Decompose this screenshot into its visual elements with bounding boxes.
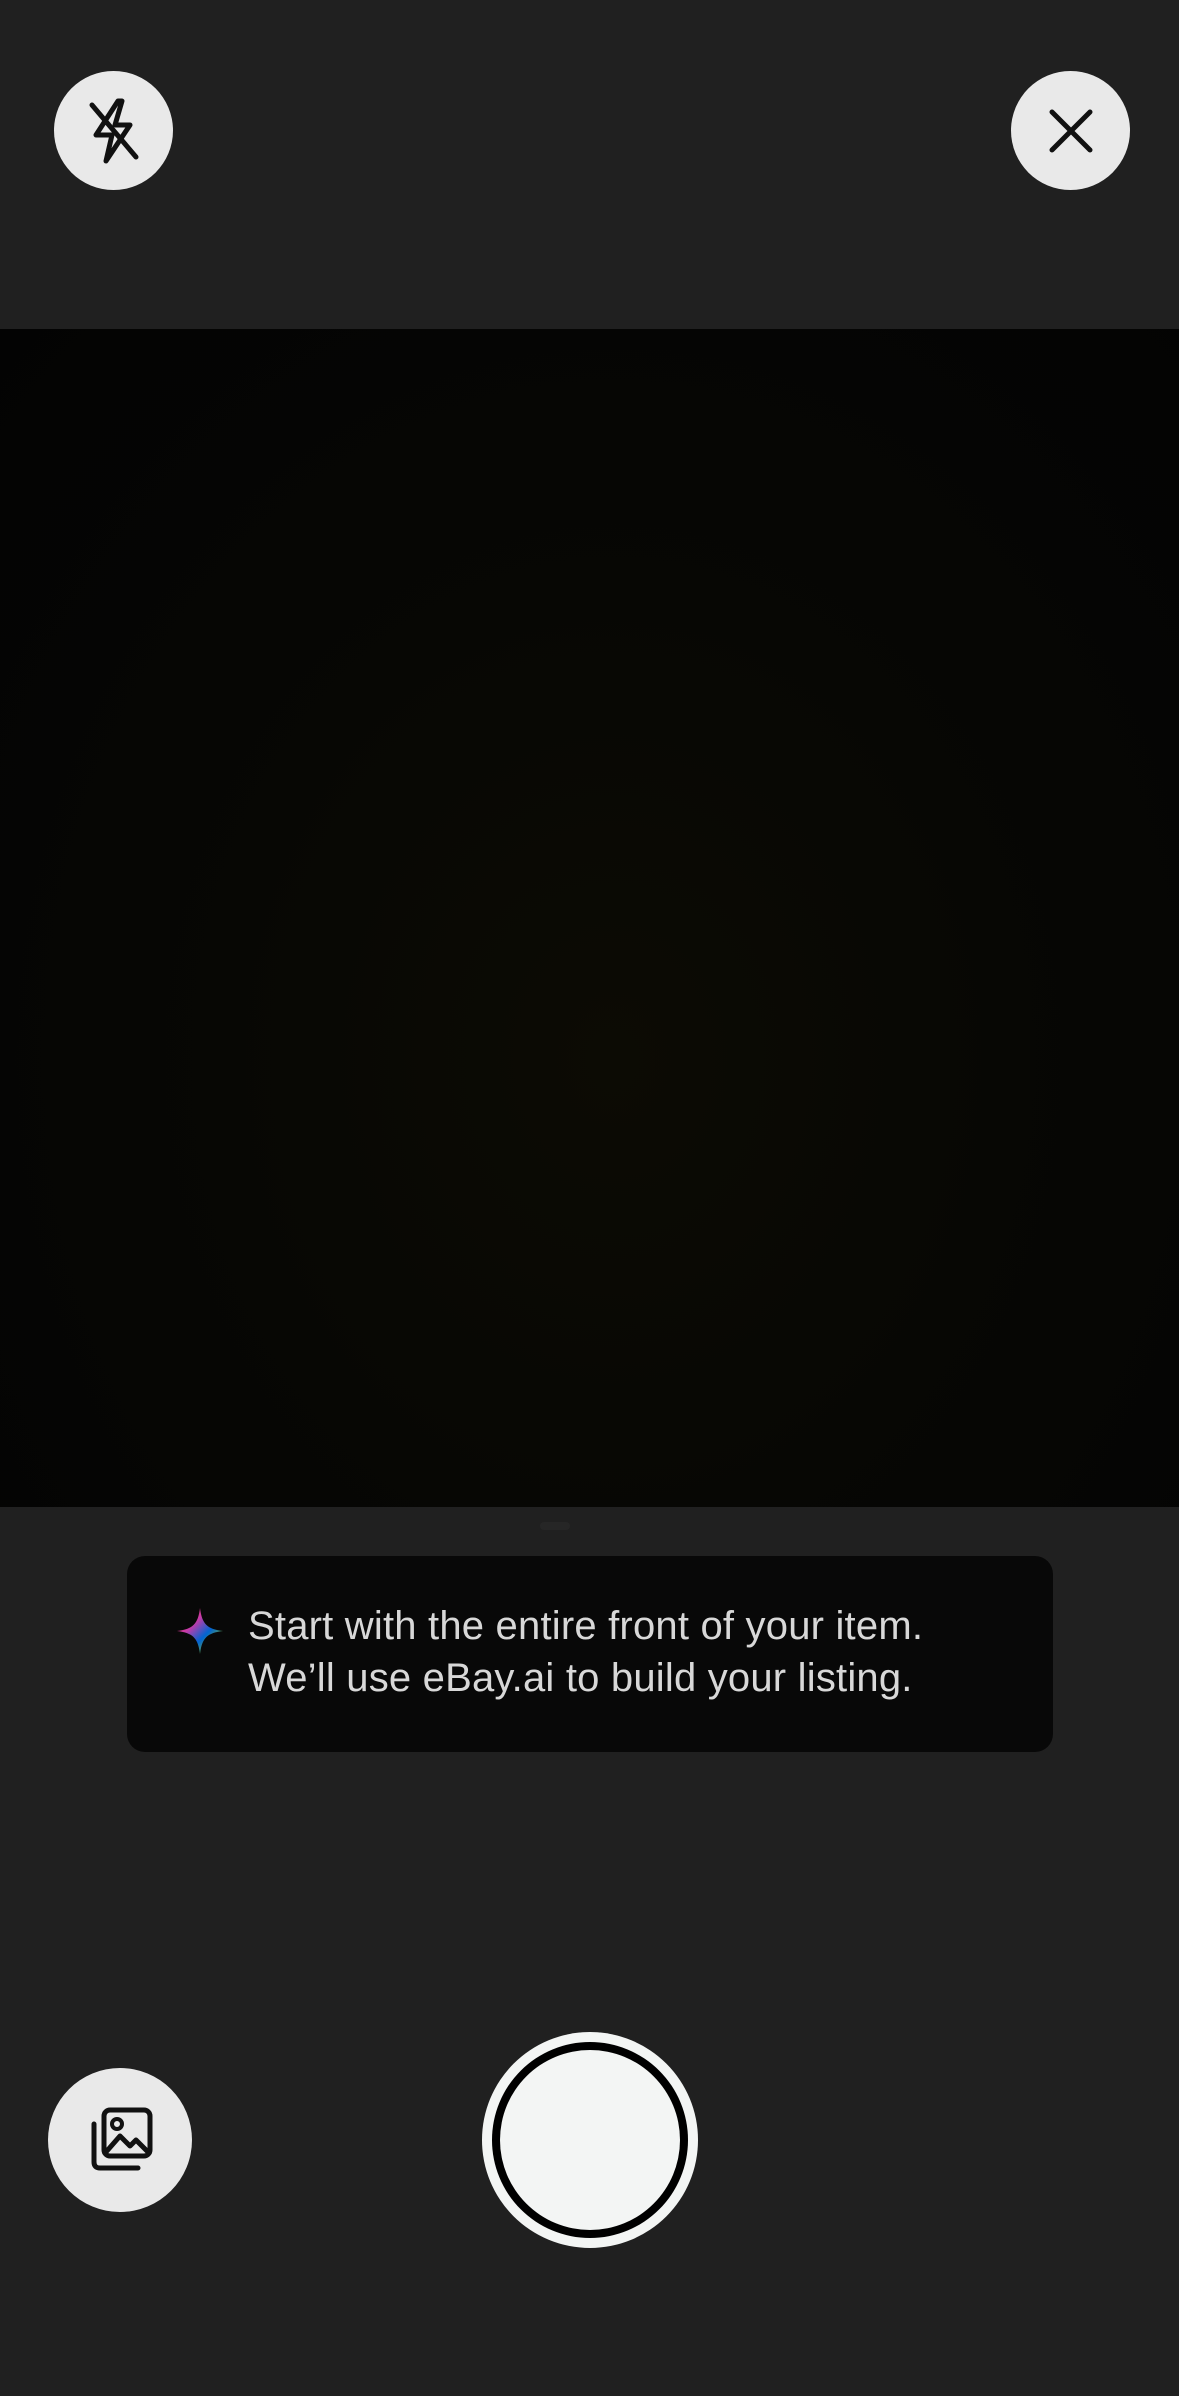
photo-gallery-icon bbox=[91, 2107, 153, 2171]
close-icon bbox=[1049, 109, 1092, 152]
shutter-button[interactable] bbox=[482, 2032, 698, 2248]
ai-sparkle-icon bbox=[177, 1608, 223, 1654]
camera-screen: Start with the entire front of your item… bbox=[0, 0, 1179, 2396]
shutter-ring bbox=[492, 2042, 688, 2238]
flash-toggle-button[interactable] bbox=[54, 71, 173, 190]
close-button[interactable] bbox=[1011, 71, 1130, 190]
flash-off-icon bbox=[89, 98, 138, 163]
tip-line-2: We’ll use eBay.ai to build your listing. bbox=[248, 1656, 913, 1700]
shutter-core bbox=[500, 2050, 680, 2230]
tip-line-1: Start with the entire front of your item… bbox=[248, 1604, 924, 1648]
listing-tip-card: Start with the entire front of your item… bbox=[127, 1556, 1053, 1752]
camera-viewfinder[interactable] bbox=[0, 329, 1179, 1507]
drag-handle bbox=[540, 1522, 570, 1530]
photo-gallery-button[interactable] bbox=[48, 2068, 192, 2212]
tip-text: Start with the entire front of your item… bbox=[248, 1600, 1038, 1704]
